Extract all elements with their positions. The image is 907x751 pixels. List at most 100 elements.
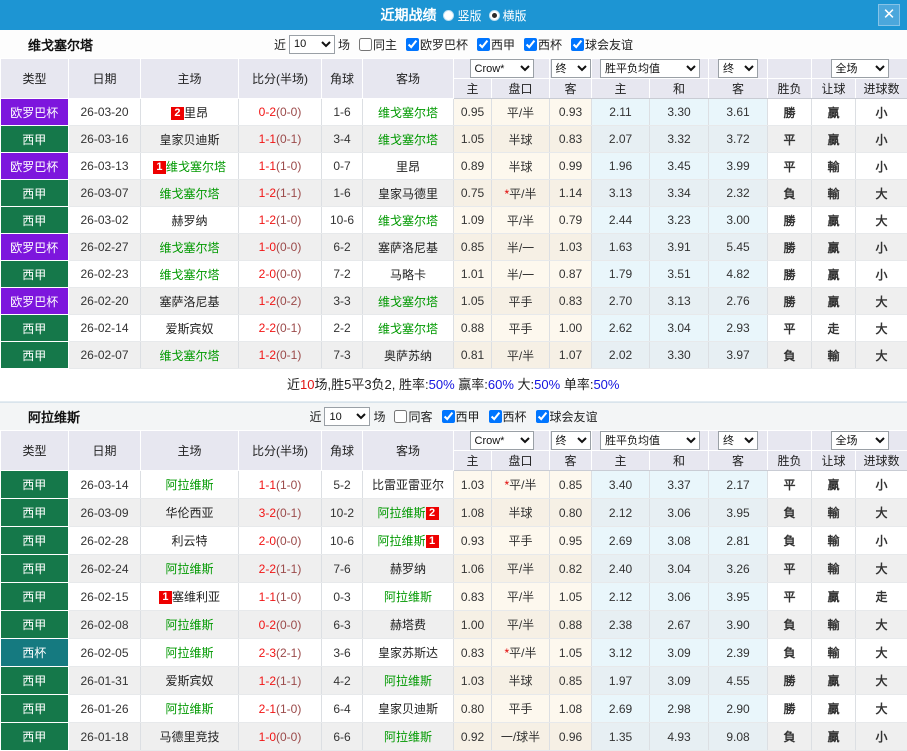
cell-handicap-line: 平/半 bbox=[491, 98, 550, 126]
handicap-text: 半球 bbox=[508, 674, 533, 688]
cell-avg-draw: 3.91 bbox=[649, 233, 709, 261]
cell-avg-draw: 3.06 bbox=[649, 582, 709, 611]
cell-avg-draw: 3.23 bbox=[649, 206, 709, 234]
halftime-score: (0-0) bbox=[276, 240, 302, 254]
layout-radio-horizontal[interactable]: 横版 bbox=[488, 7, 527, 24]
cell-avg-draw: 4.93 bbox=[649, 722, 709, 751]
recent-count-select[interactable]: 10 bbox=[288, 34, 335, 54]
cell-result: 平 bbox=[767, 152, 812, 180]
league-filter-checkbox[interactable] bbox=[571, 37, 585, 51]
final-odds-select[interactable]: 终 bbox=[550, 59, 591, 78]
cell-corners: 7-2 bbox=[321, 260, 363, 288]
cell-odds-home: 0.80 bbox=[453, 694, 492, 723]
col-header: 角球 bbox=[321, 430, 363, 471]
league-filter-2[interactable]: 西甲 bbox=[471, 36, 515, 53]
league-filter-checkbox[interactable] bbox=[488, 410, 502, 423]
recent-count-select[interactable]: 10 bbox=[324, 407, 371, 426]
final-odds-select[interactable]: 终 bbox=[550, 431, 591, 450]
crow-odds-select[interactable]: Crow* bbox=[469, 431, 534, 450]
league-filter-2[interactable]: 西杯 bbox=[483, 408, 527, 425]
league-filter-checkbox[interactable] bbox=[358, 37, 372, 51]
summary-stat-label: 胜率: bbox=[399, 377, 429, 392]
fulltime-score: 2-2 bbox=[258, 561, 276, 576]
cell-avg-home: 1.63 bbox=[591, 233, 650, 261]
handicap-text: 平手 bbox=[508, 534, 533, 548]
cell-odds-home: 0.92 bbox=[453, 722, 492, 751]
table-row: 西甲 26-02-08 阿拉维斯 0-2(0-0) 6-3 赫塔费 1.00 平/半 0.88 2… bbox=[0, 610, 907, 639]
cell-goals-result: 小 bbox=[855, 722, 907, 751]
final-avg-select[interactable]: 终 bbox=[718, 431, 758, 450]
cell-home-team: 维戈塞尔塔 bbox=[140, 341, 239, 369]
handicap-text: 半球 bbox=[508, 159, 533, 174]
cell-goals-result: 大 bbox=[855, 287, 907, 315]
cell-date: 26-02-27 bbox=[68, 233, 141, 261]
cell-handicap-line: 平/半 bbox=[491, 610, 550, 639]
fulltime-score: 1-0 bbox=[258, 729, 276, 744]
winloss-avg-select[interactable]: 胜平负均值 bbox=[600, 431, 700, 450]
home-team-name: 维戈塞尔塔 bbox=[159, 240, 220, 255]
league-filter-checkbox[interactable] bbox=[535, 410, 549, 423]
league-filter-checkbox[interactable] bbox=[394, 410, 408, 423]
header-select-cell: 胜平负均值 bbox=[591, 430, 709, 451]
cell-home-team: 马德里竞技 bbox=[140, 722, 239, 751]
radio-icon[interactable] bbox=[443, 9, 455, 21]
cell-avg-away: 3.61 bbox=[708, 98, 768, 126]
cell-handicap-result: 贏 bbox=[811, 694, 856, 723]
handicap-text: 平手 bbox=[508, 294, 533, 309]
crow-odds-select[interactable]: Crow* bbox=[469, 59, 534, 78]
cell-away-team: 阿拉维斯 bbox=[362, 666, 454, 695]
cell-avg-away: 3.90 bbox=[708, 610, 768, 639]
halftime-score: (0-1) bbox=[276, 132, 302, 146]
league-filter-checkbox[interactable] bbox=[524, 37, 538, 51]
league-filter-0[interactable]: 同主 bbox=[353, 36, 397, 53]
league-filter-checkbox[interactable] bbox=[405, 37, 419, 51]
league-filter-0[interactable]: 同客 bbox=[388, 408, 433, 425]
fulltime-select[interactable]: 全场 bbox=[830, 59, 889, 78]
cell-handicap-result: 贏 bbox=[811, 98, 856, 126]
cell-goals-result: 小 bbox=[855, 125, 907, 153]
cell-odds-away: 0.85 bbox=[549, 470, 592, 499]
cell-result: 勝 bbox=[767, 98, 812, 126]
league-filter-3[interactable]: 西杯 bbox=[518, 36, 562, 53]
halftime-score: (1-1) bbox=[276, 186, 302, 200]
cell-goals-result: 大 bbox=[855, 610, 907, 639]
cell-date: 26-02-20 bbox=[68, 287, 141, 315]
fulltime-score: 1-2 bbox=[258, 213, 276, 227]
cell-handicap-line: 半球 bbox=[491, 152, 550, 180]
cell-avg-home: 2.02 bbox=[591, 341, 650, 369]
checkbox-label: 球会友谊 bbox=[549, 410, 598, 424]
filter-bar: 维戈塞尔塔 近 10 场 同主 欧罗巴杯 西甲 西杯 球会友谊 bbox=[0, 30, 907, 58]
radio-icon[interactable] bbox=[488, 9, 500, 21]
sub-col-header: 进球数 bbox=[855, 450, 907, 471]
winloss-avg-select[interactable]: 胜平负均值 bbox=[600, 59, 700, 78]
cell-away-team: 皇家贝迪斯 bbox=[362, 694, 454, 723]
final-avg-select[interactable]: 终 bbox=[718, 59, 758, 78]
cell-avg-home: 1.35 bbox=[591, 722, 650, 751]
cell-handicap-line: *平/半 bbox=[491, 638, 550, 667]
cell-odds-home: 0.95 bbox=[453, 98, 492, 126]
league-filter-checkbox[interactable] bbox=[477, 37, 490, 51]
league-filter-checkbox[interactable] bbox=[441, 410, 455, 423]
cell-corners: 6-2 bbox=[321, 233, 363, 261]
cell-avg-away: 3.26 bbox=[708, 554, 768, 583]
table-row: 欧罗巴杯 26-03-20 2 里昂 0-2(0-0) 1-6 维戈塞尔塔 0.95 平/半 0.… bbox=[0, 98, 907, 126]
fulltime-select[interactable]: 全场 bbox=[830, 431, 889, 450]
cell-odds-away: 1.03 bbox=[549, 233, 592, 261]
fulltime-score: 1-1 bbox=[258, 132, 276, 146]
layout-radio-vertical[interactable]: 竖版 bbox=[443, 7, 482, 24]
league-filter-4[interactable]: 球会友谊 bbox=[565, 36, 633, 53]
close-button[interactable]: ✕ bbox=[878, 4, 900, 26]
cell-goals-result: 小 bbox=[855, 98, 907, 126]
league-filter-1[interactable]: 欧罗巴杯 bbox=[400, 36, 468, 53]
col-header: 日期 bbox=[68, 430, 141, 471]
cell-goals-result: 小 bbox=[855, 152, 907, 180]
league-filter-3[interactable]: 球会友谊 bbox=[530, 408, 598, 425]
cell-score: 2-0(0-0) bbox=[238, 260, 322, 288]
col-header: 比分(半场) bbox=[238, 430, 322, 471]
header-select-cell bbox=[767, 430, 812, 451]
cell-odds-away: 1.05 bbox=[549, 638, 592, 667]
cell-away-team: 比雷亚雷亚尔 bbox=[362, 470, 454, 499]
league-filter-1[interactable]: 西甲 bbox=[436, 408, 480, 425]
handicap-text: 平/半 bbox=[506, 562, 535, 576]
cell-home-team: 维戈塞尔塔 bbox=[140, 179, 239, 207]
